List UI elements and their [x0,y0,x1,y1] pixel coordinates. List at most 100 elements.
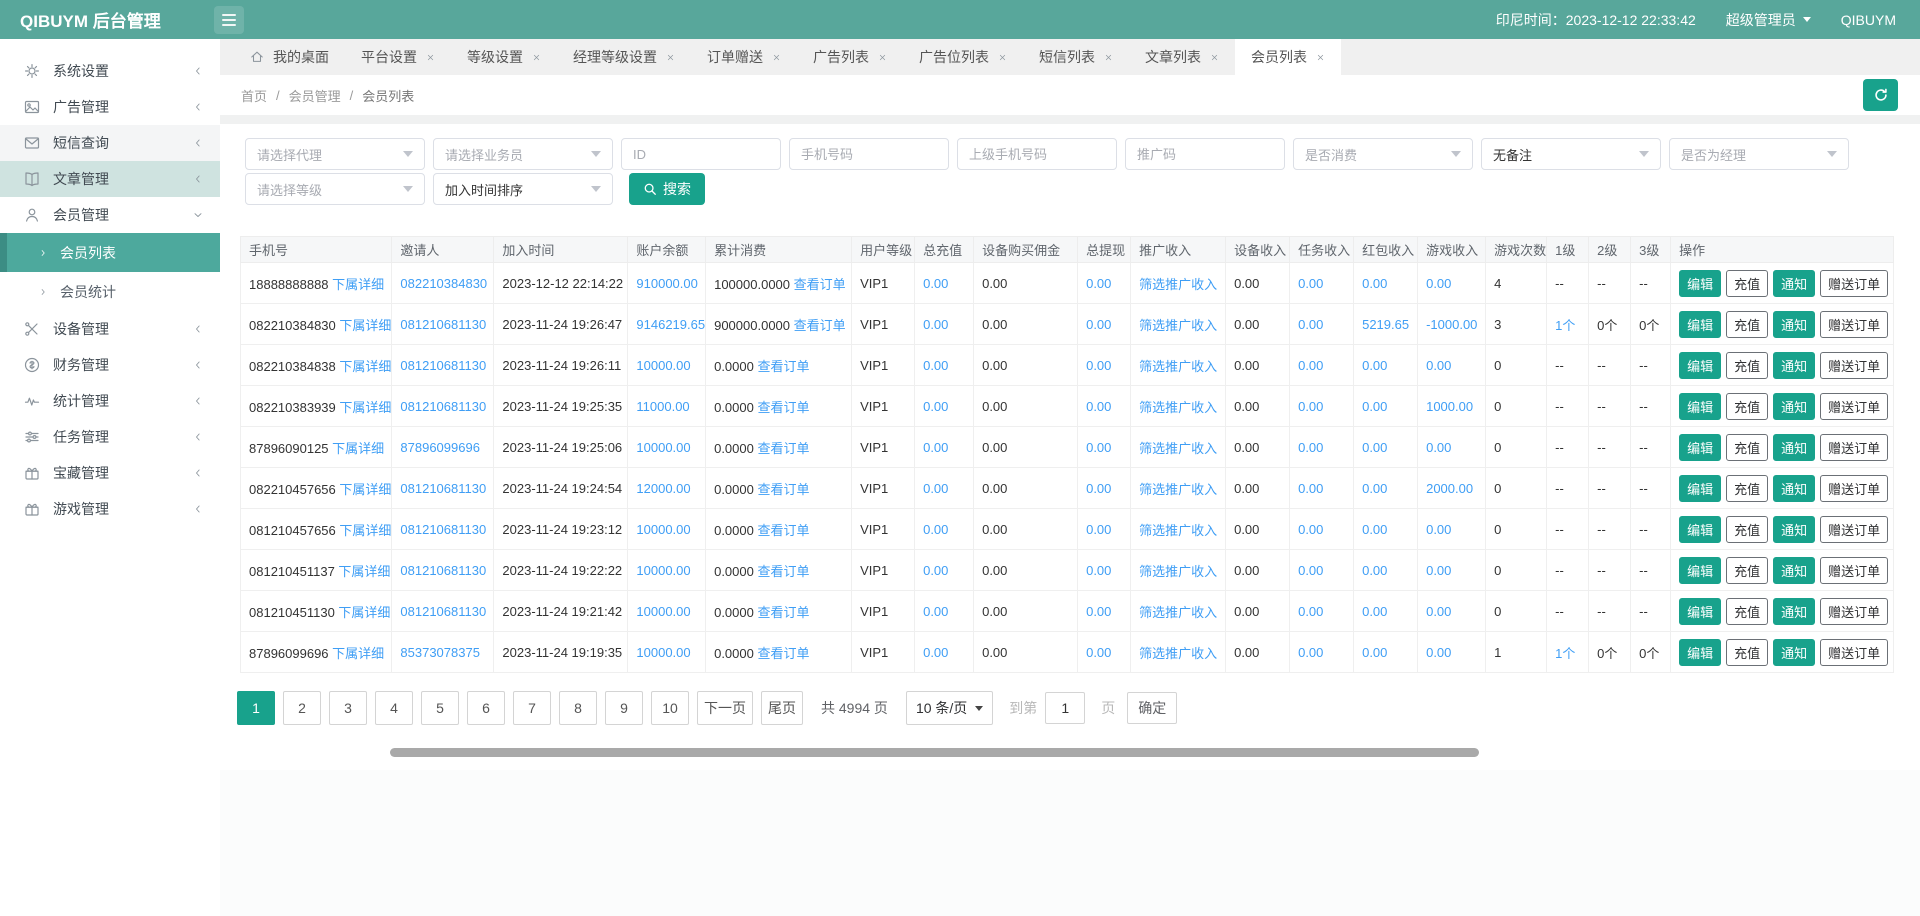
sidebar-item-stats-management[interactable]: 统计管理 [0,383,220,419]
refresh-button[interactable] [1863,79,1898,111]
page-button-8[interactable]: 8 [559,691,597,725]
goto-page-input[interactable] [1045,692,1085,724]
recharge-button[interactable]: 充值 [1726,352,1768,379]
notify-button[interactable]: 通知 [1773,393,1815,420]
sidebar-item-member-management[interactable]: 会员管理 [0,197,220,233]
tab-sms-list[interactable]: 短信列表 [1023,39,1129,75]
notify-button[interactable]: 通知 [1773,434,1815,461]
subordinate-detail-link[interactable]: 下属详细 [339,482,391,497]
filter-promo-income-link[interactable]: 筛选推广收入 [1139,359,1217,374]
subordinate-detail-link[interactable]: 下属详细 [339,359,391,374]
inviter-link[interactable]: 87896099696 [400,440,480,455]
filter-promo-income-link[interactable]: 筛选推广收入 [1139,523,1217,538]
filter-promo-income-link[interactable]: 筛选推广收入 [1139,482,1217,497]
edit-button[interactable]: 编辑 [1679,270,1721,297]
edit-button[interactable]: 编辑 [1679,475,1721,502]
level-count[interactable]: 1个 [1555,646,1575,661]
sidebar-item-sms-query[interactable]: 短信查询 [0,125,220,161]
level-count[interactable]: 0个 [1639,318,1659,333]
last-page-button[interactable]: 尾页 [761,691,803,725]
tab-level-settings[interactable]: 等级设置 [451,39,557,75]
edit-button[interactable]: 编辑 [1679,557,1721,584]
notify-button[interactable]: 通知 [1773,516,1815,543]
subordinate-detail-link[interactable]: 下属详细 [339,400,391,415]
gift-order-button[interactable]: 赠送订单 [1820,516,1888,543]
level-count[interactable]: 1个 [1555,318,1575,333]
inviter-link[interactable]: 081210681130 [400,522,486,537]
page-button-6[interactable]: 6 [467,691,505,725]
remark-select[interactable]: 无备注 [1481,138,1661,170]
breadcrumb-item[interactable]: 会员管理 [289,86,341,105]
sidebar-subitem-member-stats[interactable]: 会员统计 [0,272,220,311]
subordinate-detail-link[interactable]: 下属详细 [332,441,384,456]
notify-button[interactable]: 通知 [1773,352,1815,379]
inviter-link[interactable]: 081210681130 [400,563,486,578]
recharge-button[interactable]: 充值 [1726,557,1768,584]
recharge-button[interactable]: 充值 [1726,639,1768,666]
inviter-link[interactable]: 85373078375 [400,645,480,660]
gift-order-button[interactable]: 赠送订单 [1820,598,1888,625]
edit-button[interactable]: 编辑 [1679,639,1721,666]
inviter-link[interactable]: 081210681130 [400,317,486,332]
search-button[interactable]: 搜索 [629,173,705,205]
filter-promo-income-link[interactable]: 筛选推广收入 [1139,441,1217,456]
page-button-9[interactable]: 9 [605,691,643,725]
recharge-button[interactable]: 充值 [1726,516,1768,543]
subordinate-detail-link[interactable]: 下属详细 [332,646,384,661]
goto-confirm-button[interactable]: 确定 [1127,692,1177,724]
tab-platform-settings[interactable]: 平台设置 [345,39,451,75]
phone-input[interactable] [789,138,949,170]
view-order-link[interactable]: 查看订单 [757,482,809,497]
tab-desktop[interactable]: 我的桌面 [234,39,345,75]
sidebar-item-treasure-management[interactable]: 宝藏管理 [0,455,220,491]
sidebar-item-game-management[interactable]: 游戏管理 [0,491,220,527]
role-dropdown[interactable]: 超级管理员 [1726,10,1811,30]
inviter-link[interactable]: 081210681130 [400,604,486,619]
join-time-sort-select[interactable]: 加入时间排序 [433,173,613,205]
page-size-select[interactable]: 10 条/页 [906,691,993,725]
filter-promo-income-link[interactable]: 筛选推广收入 [1139,277,1217,292]
sidebar-subitem-member-list[interactable]: 会员列表 [0,233,220,272]
gift-order-button[interactable]: 赠送订单 [1820,311,1888,338]
sidebar-item-ad-management[interactable]: 广告管理 [0,89,220,125]
filter-promo-income-link[interactable]: 筛选推广收入 [1139,400,1217,415]
subordinate-detail-link[interactable]: 下属详细 [339,523,391,538]
page-button-1[interactable]: 1 [237,691,275,725]
edit-button[interactable]: 编辑 [1679,393,1721,420]
page-button-7[interactable]: 7 [513,691,551,725]
inviter-link[interactable]: 081210681130 [400,399,486,414]
notify-button[interactable]: 通知 [1773,639,1815,666]
tab-ad-slot-list[interactable]: 广告位列表 [903,39,1023,75]
id-input[interactable] [621,138,781,170]
view-order-link[interactable]: 查看订单 [757,646,809,661]
page-button-3[interactable]: 3 [329,691,367,725]
agent-select[interactable]: 请选择代理 [245,138,425,170]
view-order-link[interactable]: 查看订单 [757,441,809,456]
notify-button[interactable]: 通知 [1773,270,1815,297]
salesman-select[interactable]: 请选择业务员 [433,138,613,170]
gift-order-button[interactable]: 赠送订单 [1820,270,1888,297]
page-button-5[interactable]: 5 [421,691,459,725]
tab-article-list[interactable]: 文章列表 [1129,39,1235,75]
close-icon[interactable] [666,53,675,62]
recharge-button[interactable]: 充值 [1726,434,1768,461]
view-order-link[interactable]: 查看订单 [794,318,846,333]
notify-button[interactable]: 通知 [1773,557,1815,584]
sidebar-item-task-management[interactable]: 任务管理 [0,419,220,455]
subordinate-detail-link[interactable]: 下属详细 [338,605,390,620]
subordinate-detail-link[interactable]: 下属详细 [332,277,384,292]
notify-button[interactable]: 通知 [1773,311,1815,338]
tab-order-gift[interactable]: 订单赠送 [691,39,797,75]
recharge-button[interactable]: 充值 [1726,475,1768,502]
breadcrumb-item[interactable]: 首页 [241,86,267,105]
gift-order-button[interactable]: 赠送订单 [1820,434,1888,461]
parent-phone-input[interactable] [957,138,1117,170]
promo-code-input[interactable] [1125,138,1285,170]
menu-toggle-button[interactable] [214,6,244,34]
inviter-link[interactable]: 081210681130 [400,481,486,496]
edit-button[interactable]: 编辑 [1679,311,1721,338]
recharge-button[interactable]: 充值 [1726,393,1768,420]
notify-button[interactable]: 通知 [1773,598,1815,625]
gift-order-button[interactable]: 赠送订单 [1820,352,1888,379]
gift-order-button[interactable]: 赠送订单 [1820,393,1888,420]
